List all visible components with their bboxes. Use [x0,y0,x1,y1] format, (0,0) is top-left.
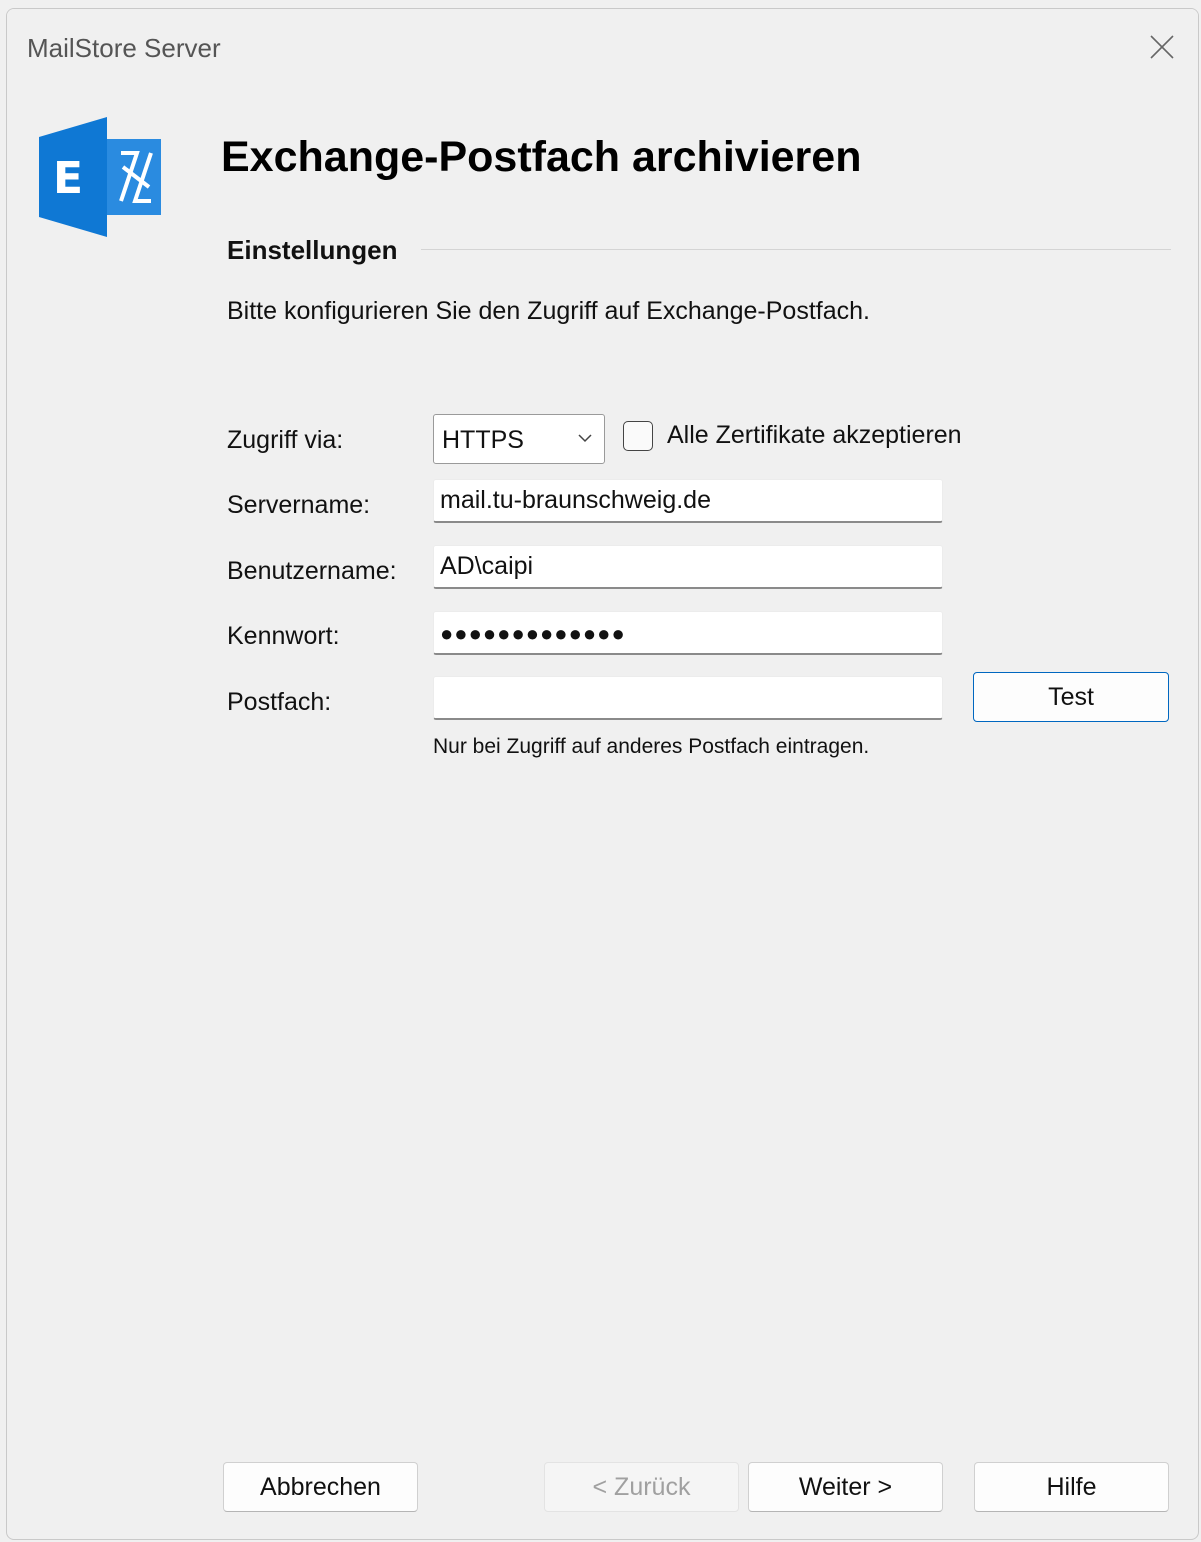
section-description: Bitte konfigurieren Sie den Zugriff auf … [227,297,870,325]
help-button[interactable]: Hilfe [974,1462,1169,1512]
password-label: Kennwort: [227,622,340,650]
access-protocol-select[interactable]: HTTPS [433,414,605,464]
section-divider [421,249,1171,250]
page-heading: Exchange-Postfach archivieren [221,133,862,181]
exchange-icon: E [39,117,161,237]
mailbox-label: Postfach: [227,688,332,716]
username-input[interactable]: AD\caipi [433,545,943,589]
window-title: MailStore Server [27,33,221,63]
cancel-button[interactable]: Abbrechen [223,1462,418,1512]
username-label: Benutzername: [227,557,397,585]
dialog-window: MailStore Server E Exchange-Postfach arc… [6,8,1199,1540]
mailbox-input[interactable] [433,676,943,720]
chevron-down-icon [578,434,592,443]
accept-all-certificates-label[interactable]: Alle Zertifikate akzeptieren [667,421,962,450]
access-protocol-value: HTTPS [442,426,524,454]
title-bar: MailStore Server [7,9,1198,87]
close-icon [1150,35,1174,59]
next-button[interactable]: Weiter > [748,1462,943,1512]
password-input[interactable]: ●●●●●●●●●●●●● [433,611,943,655]
back-button[interactable]: < Zurück [544,1462,739,1512]
section-title: Einstellungen [227,235,398,265]
access-label: Zugriff via: [227,426,344,454]
servername-input[interactable]: mail.tu-braunschweig.de [433,479,943,523]
accept-all-certificates-checkbox[interactable] [623,421,653,451]
close-button[interactable] [1126,9,1198,85]
mailbox-hint: Nur bei Zugriff auf anderes Postfach ein… [433,735,870,758]
servername-label: Servername: [227,491,371,519]
svg-text:E: E [53,153,83,204]
test-button[interactable]: Test [973,672,1169,722]
